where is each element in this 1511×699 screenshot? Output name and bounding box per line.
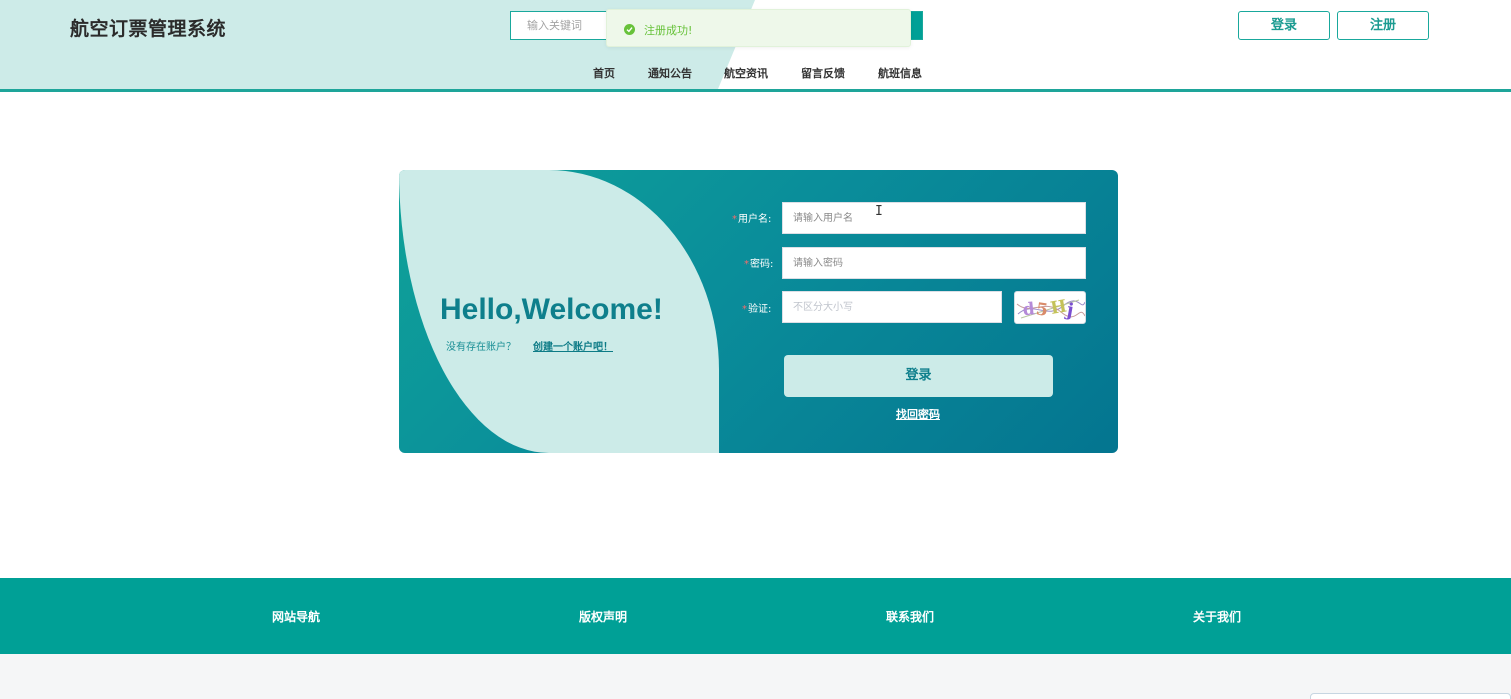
forgot-password-link[interactable]: 找回密码: [896, 406, 940, 422]
no-account-text: 没有存在账户？: [446, 342, 516, 353]
password-input[interactable]: [782, 247, 1086, 279]
success-toast: 注册成功!: [606, 9, 911, 47]
footer-contact[interactable]: 联系我们: [886, 608, 934, 625]
footer-copyright[interactable]: 版权声明: [579, 608, 627, 625]
svg-text:5: 5: [1035, 299, 1050, 320]
nav-item-news[interactable]: 航空资讯: [724, 65, 768, 81]
captcha-label: *验证:: [742, 304, 772, 315]
username-input[interactable]: [782, 202, 1086, 234]
header-register-button[interactable]: 注册: [1337, 11, 1429, 40]
welcome-heading: Hello,Welcome!: [440, 293, 663, 326]
nav-item-flights[interactable]: 航班信息: [878, 65, 922, 81]
header-login-button[interactable]: 登录: [1238, 11, 1330, 40]
username-label: *用户名:: [732, 214, 772, 225]
bottom-strip: [0, 654, 1511, 699]
captcha-image[interactable]: d 5 H j: [1014, 291, 1086, 324]
login-card: Hello,Welcome! 没有存在账户？ 创建一个账户吧！ *用户名: *密…: [399, 170, 1118, 453]
footer-site-nav[interactable]: 网站导航: [272, 608, 320, 625]
login-button[interactable]: 登录: [784, 355, 1053, 397]
site-title: 航空订票管理系统: [70, 18, 227, 40]
nav-item-feedback[interactable]: 留言反馈: [801, 65, 845, 81]
nav-item-notices[interactable]: 通知公告: [648, 65, 692, 81]
create-account-link[interactable]: 创建一个账户吧！: [533, 338, 613, 353]
required-mark: *: [732, 214, 737, 225]
nav-item-home[interactable]: 首页: [593, 65, 615, 81]
main-nav: 首页 通知公告 航空资讯 留言反馈 航班信息: [0, 65, 1511, 83]
floating-widget[interactable]: [1310, 693, 1511, 699]
text-cursor-icon: I: [875, 204, 883, 219]
footer-about[interactable]: 关于我们: [1193, 608, 1241, 625]
search-button[interactable]: [910, 12, 922, 39]
captcha-input[interactable]: [782, 291, 1002, 323]
site-header: 航空订票管理系统 注册成功! 登录 注册 首页 通知公告 航空资讯 留言反馈 航…: [0, 0, 1511, 92]
site-footer: 网站导航 版权声明 联系我们 关于我们: [0, 578, 1511, 654]
success-check-icon: [624, 24, 635, 35]
required-mark: *: [742, 304, 747, 315]
toast-message: 注册成功!: [644, 24, 693, 37]
svg-text:d: d: [1022, 299, 1036, 320]
required-mark: *: [744, 259, 749, 270]
password-label: *密码:: [744, 259, 774, 270]
